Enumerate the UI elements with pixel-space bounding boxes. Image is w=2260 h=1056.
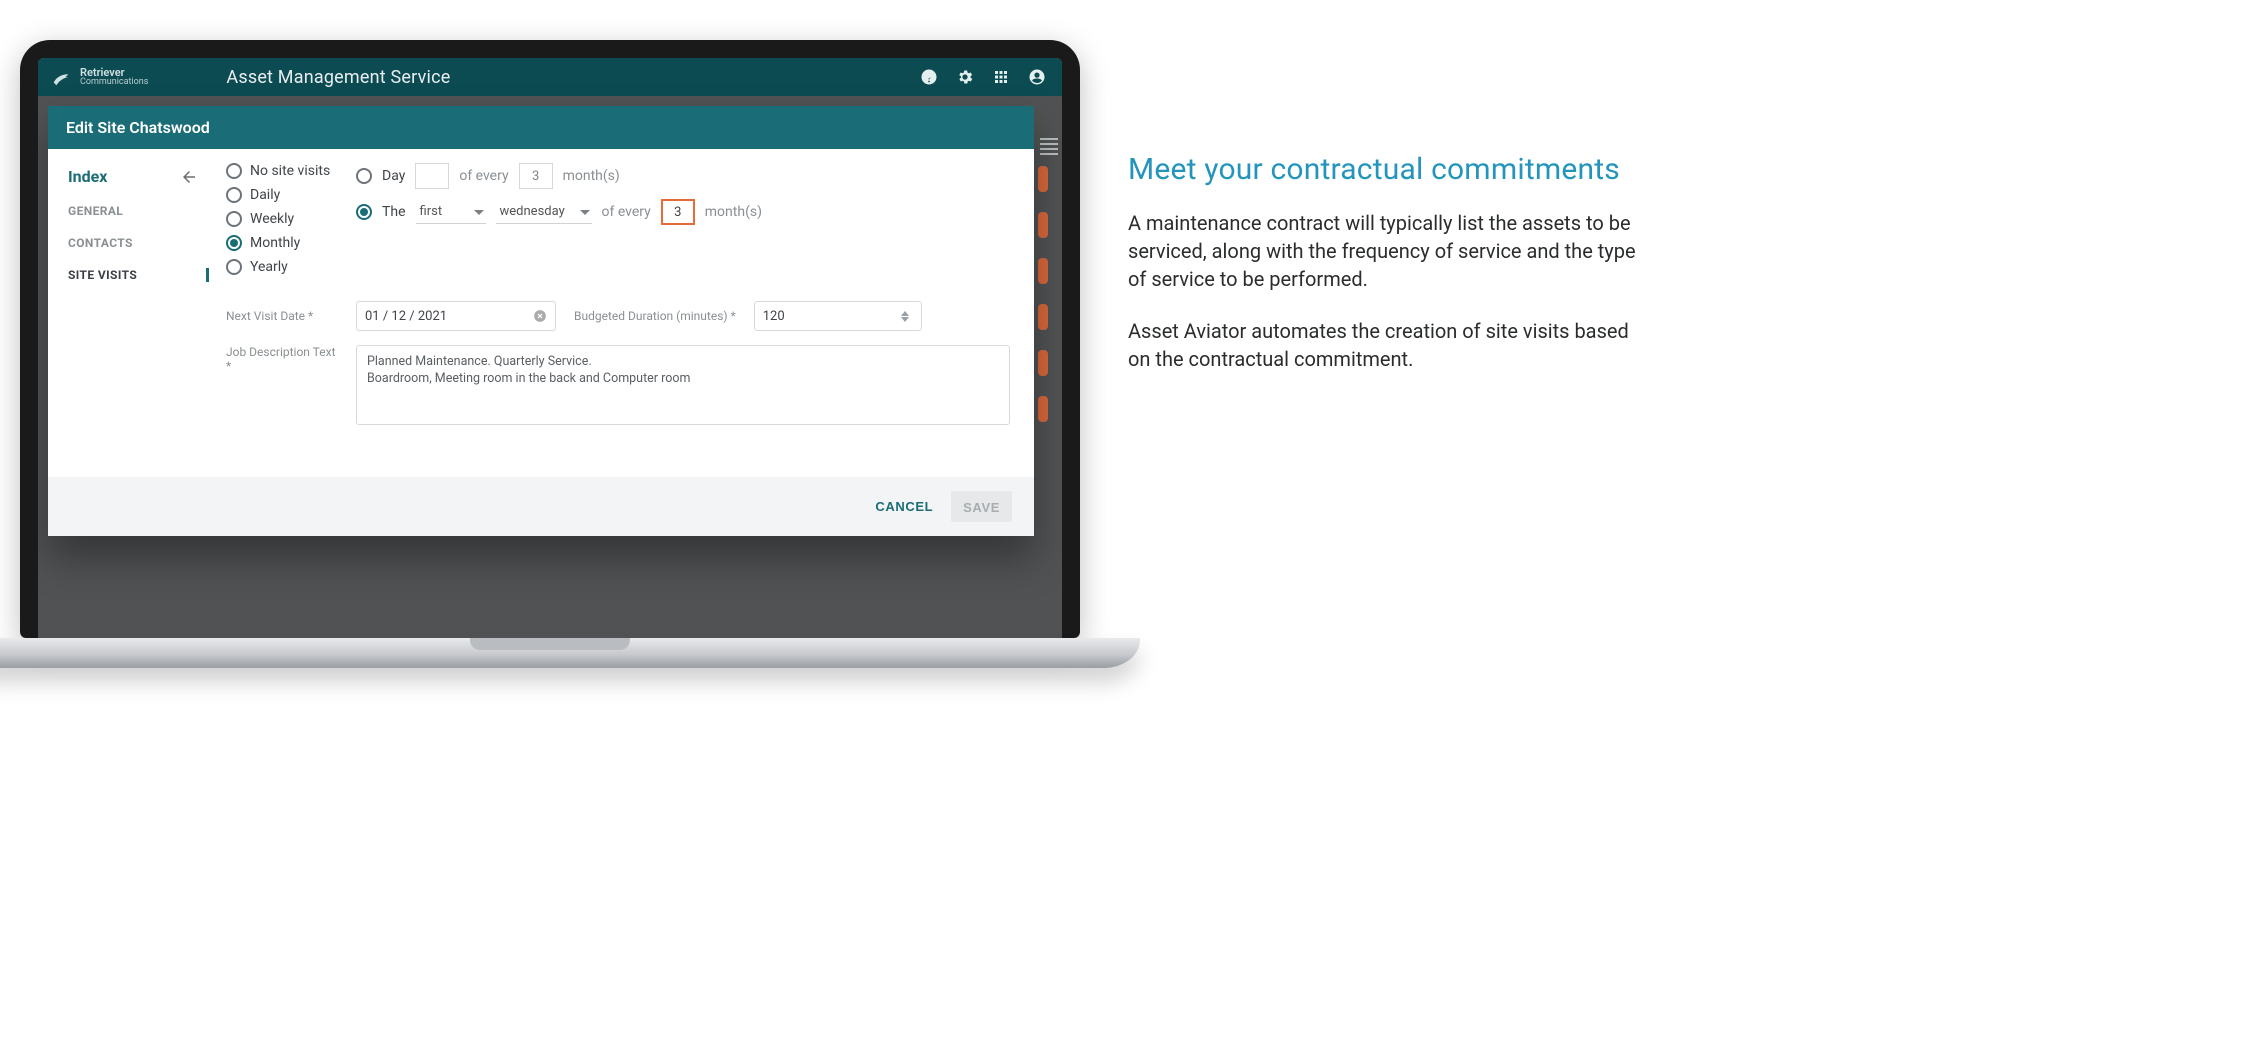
freq-label: Yearly <box>250 259 288 275</box>
modal-sidebar: Index GENERAL CONTACTS SITE VISITS <box>48 149 208 477</box>
apps-icon[interactable] <box>992 68 1010 86</box>
settings-icon[interactable] <box>956 68 974 86</box>
nav-site-visits[interactable]: SITE VISITS <box>68 268 209 282</box>
next-visit-label: Next Visit Date * <box>226 309 338 323</box>
pattern-text: of every <box>602 204 651 220</box>
clear-icon[interactable] <box>533 309 547 323</box>
pattern-ordinal-select[interactable]: first <box>416 200 486 224</box>
date-value: 01 / 12 / 2021 <box>365 309 447 324</box>
pattern-day-number-input[interactable] <box>415 163 449 189</box>
freq-label: Weekly <box>250 211 294 227</box>
pattern-the-row[interactable]: The first wednesday <box>356 199 1010 225</box>
chevron-down-icon <box>474 207 484 217</box>
select-value: first <box>420 204 443 219</box>
marketing-copy: Meet your contractual commitments A main… <box>1128 40 1638 397</box>
back-arrow-icon[interactable] <box>180 168 198 186</box>
duration-value: 120 <box>763 309 785 324</box>
freq-monthly[interactable]: Monthly <box>226 235 356 251</box>
copy-heading: Meet your contractual commitments <box>1128 152 1638 187</box>
pattern-weekday-select[interactable]: wednesday <box>496 200 592 224</box>
pattern-text: of every <box>459 168 508 184</box>
job-desc-label: Job Description Text * <box>226 345 338 373</box>
duration-label: Budgeted Duration (minutes) * <box>574 309 736 323</box>
frequency-group: No site visits Daily Weekly Monthly Year… <box>226 163 356 275</box>
laptop-mockup: Retriever Communications Asset Managemen… <box>20 40 1080 668</box>
freq-weekly[interactable]: Weekly <box>226 211 356 227</box>
freq-label: Daily <box>250 187 280 203</box>
app-header: Retriever Communications Asset Managemen… <box>38 58 1062 96</box>
freq-label: No site visits <box>250 163 330 179</box>
job-desc-textarea[interactable]: Planned Maintenance. Quarterly Service. … <box>356 345 1010 425</box>
help-icon[interactable] <box>920 68 938 86</box>
modal-content: No site visits Daily Weekly Monthly Year… <box>208 149 1034 477</box>
pattern-day-row[interactable]: Day of every 3 month(s) <box>356 163 1010 189</box>
pattern-the-months-input[interactable]: 3 <box>661 199 695 225</box>
app-root: Retriever Communications Asset Managemen… <box>38 58 1062 638</box>
radio-icon <box>356 204 372 220</box>
brand-line2: Communications <box>80 78 148 87</box>
chevron-down-icon <box>580 207 590 217</box>
account-icon[interactable] <box>1028 68 1046 86</box>
pattern-text: month(s) <box>563 168 620 184</box>
copy-paragraph-1: A maintenance contract will typically li… <box>1128 209 1638 293</box>
save-button[interactable]: SAVE <box>951 491 1012 522</box>
pattern-the-label: The <box>382 204 406 220</box>
copy-paragraph-2: Asset Aviator automates the creation of … <box>1128 317 1638 373</box>
modal-actions: CANCEL SAVE <box>48 477 1034 536</box>
save-button-label: SAVE <box>963 500 1000 515</box>
app-title: Asset Management Service <box>226 67 450 88</box>
nav-contacts[interactable]: CONTACTS <box>68 236 208 250</box>
freq-yearly[interactable]: Yearly <box>226 259 356 275</box>
modal-title: Edit Site Chatswood <box>48 106 1034 149</box>
radio-icon <box>356 168 372 184</box>
index-heading: Index <box>68 167 107 186</box>
nav-general[interactable]: GENERAL <box>68 204 208 218</box>
pattern-day-label: Day <box>382 168 405 184</box>
pattern-text: month(s) <box>705 204 762 220</box>
pattern-day-months-input[interactable]: 3 <box>519 163 553 189</box>
stacked-lines-icon <box>1040 138 1058 155</box>
duration-input[interactable]: 120 <box>754 301 922 331</box>
freq-no-visits[interactable]: No site visits <box>226 163 356 179</box>
freq-label: Monthly <box>250 235 300 251</box>
stepper-icon[interactable] <box>901 311 913 322</box>
brand-logo: Retriever Communications <box>48 66 148 88</box>
next-visit-date-input[interactable]: 01 / 12 / 2021 <box>356 301 556 331</box>
freq-daily[interactable]: Daily <box>226 187 356 203</box>
cancel-button[interactable]: CANCEL <box>875 491 933 522</box>
select-value: wednesday <box>500 204 565 219</box>
edit-site-modal: Edit Site Chatswood Index GENERAL CONTAC… <box>48 106 1034 536</box>
background-chips <box>1038 166 1048 422</box>
